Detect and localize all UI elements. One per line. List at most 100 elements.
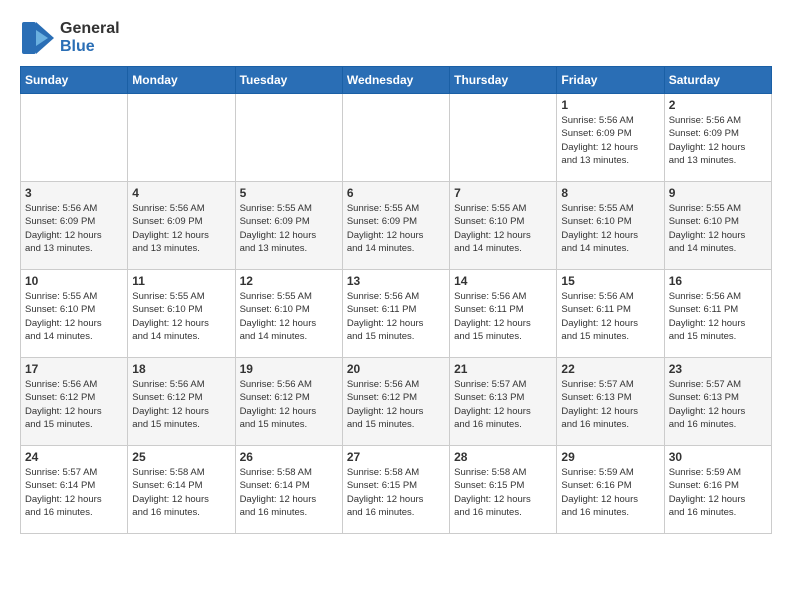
day-cell: 17 Sunrise: 5:56 AM Sunset: 6:12 PM Dayli… — [21, 358, 128, 446]
header-cell-saturday: Saturday — [664, 67, 771, 94]
day-info: Sunrise: 5:56 AM Sunset: 6:09 PM Dayligh… — [669, 114, 767, 167]
day-number: 28 — [454, 450, 552, 464]
day-cell: 8 Sunrise: 5:55 AM Sunset: 6:10 PM Daylig… — [557, 182, 664, 270]
day-number: 29 — [561, 450, 659, 464]
day-number: 1 — [561, 98, 659, 112]
logo-svg — [20, 20, 56, 56]
header-cell-thursday: Thursday — [450, 67, 557, 94]
day-cell: 22 Sunrise: 5:57 AM Sunset: 6:13 PM Dayli… — [557, 358, 664, 446]
day-cell — [128, 94, 235, 182]
header-row: SundayMondayTuesdayWednesdayThursdayFrid… — [21, 67, 772, 94]
day-info: Sunrise: 5:55 AM Sunset: 6:09 PM Dayligh… — [240, 202, 338, 255]
day-info: Sunrise: 5:58 AM Sunset: 6:15 PM Dayligh… — [347, 466, 445, 519]
day-number: 22 — [561, 362, 659, 376]
logo: General Blue — [20, 20, 120, 56]
day-info: Sunrise: 5:56 AM Sunset: 6:09 PM Dayligh… — [25, 202, 123, 255]
week-row-0: 1 Sunrise: 5:56 AM Sunset: 6:09 PM Daylig… — [21, 94, 772, 182]
header-cell-wednesday: Wednesday — [342, 67, 449, 94]
day-cell: 30 Sunrise: 5:59 AM Sunset: 6:16 PM Dayli… — [664, 446, 771, 534]
day-cell: 9 Sunrise: 5:55 AM Sunset: 6:10 PM Daylig… — [664, 182, 771, 270]
calendar-header: SundayMondayTuesdayWednesdayThursdayFrid… — [21, 67, 772, 94]
day-cell: 6Sunrise: 5:55 AM Sunset: 6:09 PM Daylig… — [342, 182, 449, 270]
day-info: Sunrise: 5:55 AM Sunset: 6:10 PM Dayligh… — [561, 202, 659, 255]
day-number: 27 — [347, 450, 445, 464]
day-number: 25 — [132, 450, 230, 464]
day-cell: 10 Sunrise: 5:55 AM Sunset: 6:10 PM Dayli… — [21, 270, 128, 358]
day-number: 18 — [132, 362, 230, 376]
calendar-table: SundayMondayTuesdayWednesdayThursdayFrid… — [20, 66, 772, 534]
day-number: 2 — [669, 98, 767, 112]
week-row-2: 10 Sunrise: 5:55 AM Sunset: 6:10 PM Dayli… — [21, 270, 772, 358]
day-cell — [21, 94, 128, 182]
day-number: 13 — [347, 274, 445, 288]
day-number: 26 — [240, 450, 338, 464]
day-number: 16 — [669, 274, 767, 288]
day-info: Sunrise: 5:55 AM Sunset: 6:10 PM Dayligh… — [240, 290, 338, 343]
day-number: 30 — [669, 450, 767, 464]
day-info: Sunrise: 5:58 AM Sunset: 6:14 PM Dayligh… — [132, 466, 230, 519]
day-info: Sunrise: 5:57 AM Sunset: 6:13 PM Dayligh… — [454, 378, 552, 431]
day-number: 10 — [25, 274, 123, 288]
day-number: 17 — [25, 362, 123, 376]
day-cell — [450, 94, 557, 182]
day-cell: 20 Sunrise: 5:56 AM Sunset: 6:12 PM Dayli… — [342, 358, 449, 446]
week-row-4: 24 Sunrise: 5:57 AM Sunset: 6:14 PM Dayli… — [21, 446, 772, 534]
day-info: Sunrise: 5:56 AM Sunset: 6:12 PM Dayligh… — [240, 378, 338, 431]
day-cell: 27 Sunrise: 5:58 AM Sunset: 6:15 PM Dayli… — [342, 446, 449, 534]
calendar-body: 1 Sunrise: 5:56 AM Sunset: 6:09 PM Daylig… — [21, 94, 772, 534]
day-cell: 13 Sunrise: 5:56 AM Sunset: 6:11 PM Dayli… — [342, 270, 449, 358]
day-info: Sunrise: 5:56 AM Sunset: 6:11 PM Dayligh… — [347, 290, 445, 343]
day-info: Sunrise: 5:55 AM Sunset: 6:10 PM Dayligh… — [669, 202, 767, 255]
day-number: 9 — [669, 186, 767, 200]
day-number: 8 — [561, 186, 659, 200]
day-number: 19 — [240, 362, 338, 376]
day-number: 24 — [25, 450, 123, 464]
day-info: Sunrise: 5:55 AM Sunset: 6:10 PM Dayligh… — [25, 290, 123, 343]
day-info: Sunrise: 5:58 AM Sunset: 6:15 PM Dayligh… — [454, 466, 552, 519]
header: General Blue — [20, 20, 772, 56]
day-cell: 26Sunrise: 5:58 AM Sunset: 6:14 PM Dayli… — [235, 446, 342, 534]
day-cell: 3 Sunrise: 5:56 AM Sunset: 6:09 PM Daylig… — [21, 182, 128, 270]
day-cell: 23Sunrise: 5:57 AM Sunset: 6:13 PM Dayli… — [664, 358, 771, 446]
day-number: 20 — [347, 362, 445, 376]
day-cell: 1 Sunrise: 5:56 AM Sunset: 6:09 PM Daylig… — [557, 94, 664, 182]
day-cell: 24 Sunrise: 5:57 AM Sunset: 6:14 PM Dayli… — [21, 446, 128, 534]
logo-general: General — [60, 20, 120, 38]
day-number: 14 — [454, 274, 552, 288]
day-info: Sunrise: 5:56 AM Sunset: 6:12 PM Dayligh… — [25, 378, 123, 431]
day-cell: 18 Sunrise: 5:56 AM Sunset: 6:12 PM Dayli… — [128, 358, 235, 446]
day-number: 15 — [561, 274, 659, 288]
day-number: 21 — [454, 362, 552, 376]
day-info: Sunrise: 5:57 AM Sunset: 6:14 PM Dayligh… — [25, 466, 123, 519]
day-number: 6 — [347, 186, 445, 200]
day-number: 7 — [454, 186, 552, 200]
day-info: Sunrise: 5:59 AM Sunset: 6:16 PM Dayligh… — [669, 466, 767, 519]
day-cell: 12Sunrise: 5:55 AM Sunset: 6:10 PM Dayli… — [235, 270, 342, 358]
header-cell-friday: Friday — [557, 67, 664, 94]
day-cell: 5 Sunrise: 5:55 AM Sunset: 6:09 PM Daylig… — [235, 182, 342, 270]
week-row-1: 3 Sunrise: 5:56 AM Sunset: 6:09 PM Daylig… — [21, 182, 772, 270]
day-number: 3 — [25, 186, 123, 200]
day-number: 11 — [132, 274, 230, 288]
day-info: Sunrise: 5:56 AM Sunset: 6:12 PM Dayligh… — [347, 378, 445, 431]
day-info: Sunrise: 5:56 AM Sunset: 6:11 PM Dayligh… — [561, 290, 659, 343]
day-cell: 15 Sunrise: 5:56 AM Sunset: 6:11 PM Dayli… — [557, 270, 664, 358]
day-cell: 28 Sunrise: 5:58 AM Sunset: 6:15 PM Dayli… — [450, 446, 557, 534]
day-info: Sunrise: 5:56 AM Sunset: 6:09 PM Dayligh… — [561, 114, 659, 167]
day-info: Sunrise: 5:57 AM Sunset: 6:13 PM Dayligh… — [561, 378, 659, 431]
day-number: 4 — [132, 186, 230, 200]
day-cell — [235, 94, 342, 182]
day-info: Sunrise: 5:55 AM Sunset: 6:10 PM Dayligh… — [132, 290, 230, 343]
day-info: Sunrise: 5:56 AM Sunset: 6:12 PM Dayligh… — [132, 378, 230, 431]
day-cell: 7Sunrise: 5:55 AM Sunset: 6:10 PM Daylig… — [450, 182, 557, 270]
day-cell — [342, 94, 449, 182]
day-number: 5 — [240, 186, 338, 200]
day-info: Sunrise: 5:56 AM Sunset: 6:11 PM Dayligh… — [454, 290, 552, 343]
day-info: Sunrise: 5:59 AM Sunset: 6:16 PM Dayligh… — [561, 466, 659, 519]
day-cell: 25 Sunrise: 5:58 AM Sunset: 6:14 PM Dayli… — [128, 446, 235, 534]
day-cell: 11 Sunrise: 5:55 AM Sunset: 6:10 PM Dayli… — [128, 270, 235, 358]
day-info: Sunrise: 5:56 AM Sunset: 6:09 PM Dayligh… — [132, 202, 230, 255]
header-cell-monday: Monday — [128, 67, 235, 94]
logo-blue: Blue — [60, 38, 120, 56]
day-info: Sunrise: 5:57 AM Sunset: 6:13 PM Dayligh… — [669, 378, 767, 431]
